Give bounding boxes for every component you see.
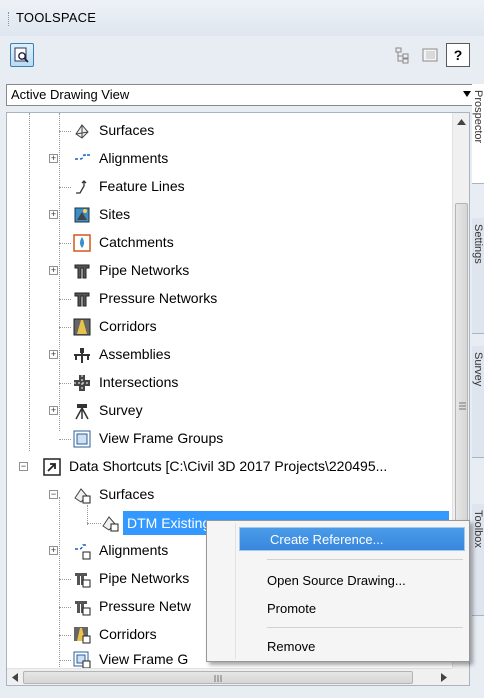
help-button[interactable]: ? [446, 43, 470, 67]
menu-item-open-source-drawing[interactable]: Open Source Drawing... [237, 569, 467, 593]
shortcut-icon [43, 458, 61, 476]
list-icon [422, 48, 438, 62]
tab-prospector[interactable]: Prospector [472, 84, 484, 184]
feature-line-icon [76, 180, 87, 194]
tree-item-surfaces[interactable]: Surfaces [7, 118, 447, 144]
view-select-value: Active Drawing View [11, 87, 130, 102]
panel-title: TOOLSPACE [16, 10, 97, 25]
collapse-icon[interactable]: − [49, 490, 58, 499]
tree-item-sites[interactable]: + Sites [7, 202, 447, 228]
corridor-shortcut-icon [74, 627, 91, 644]
alignment-shortcut-icon [75, 544, 91, 560]
scroll-left-icon[interactable] [12, 673, 18, 682]
pipe-network-shortcut-icon [75, 573, 91, 588]
expand-icon[interactable]: + [49, 266, 58, 275]
magnifier-page-icon [14, 47, 29, 63]
tree-item-data-shortcuts[interactable]: − Data Shortcuts [C:\Civil 3D 2017 Proje… [7, 454, 447, 480]
scroll-right-icon[interactable] [441, 673, 447, 682]
pressure-network-shortcut-icon [75, 601, 91, 616]
tree-item-intersections[interactable]: Intersections [7, 370, 447, 396]
tab-survey[interactable]: Survey [472, 346, 484, 458]
site-icon [74, 207, 90, 223]
grip-icon [459, 402, 466, 410]
tree-item-corridors[interactable]: Corridors [7, 314, 447, 340]
pipe-network-icon [74, 264, 90, 279]
view-select[interactable]: Active Drawing View [6, 84, 476, 106]
tree-item-alignments[interactable]: + Alignments [7, 146, 447, 172]
intersection-icon [74, 375, 90, 391]
toolbar: ? [0, 36, 484, 76]
scroll-up-icon[interactable] [457, 119, 466, 125]
tree-item-pipe-networks[interactable]: + Pipe Networks [7, 258, 447, 284]
toolspace-title-bar[interactable]: TOOLSPACE [0, 0, 484, 36]
chevron-down-icon [463, 91, 471, 97]
expand-icon[interactable]: + [49, 546, 58, 555]
tree-item-view-frame-groups[interactable]: View Frame Groups [7, 426, 447, 452]
horizontal-scrollbar[interactable] [7, 668, 453, 685]
tree-item-feature-lines[interactable]: Feature Lines [7, 174, 447, 200]
grip-icon [214, 675, 222, 682]
horizontal-scroll-thumb[interactable] [23, 671, 413, 684]
pressure-network-icon [74, 292, 90, 307]
expand-icon[interactable]: + [49, 406, 58, 415]
tab-toolbox[interactable]: Toolbox [472, 504, 484, 616]
grip-handle[interactable] [8, 12, 11, 26]
menu-separator [267, 627, 463, 628]
surface-reference-icon [102, 516, 119, 532]
hierarchy-icon [395, 47, 409, 64]
view-frame-shortcut-icon [73, 651, 91, 669]
side-tabs: Prospector Settings Survey Toolbox [472, 84, 484, 684]
expand-icon[interactable]: + [49, 154, 58, 163]
alignment-icon [75, 154, 90, 160]
dependency-view-button[interactable] [390, 43, 414, 67]
survey-tripod-icon [75, 404, 89, 420]
catchment-icon [73, 234, 91, 252]
list-view-button[interactable] [418, 43, 442, 67]
tree-item-pressure-networks[interactable]: Pressure Networks [7, 286, 447, 312]
tree-item-assemblies[interactable]: + Assemblies [7, 342, 447, 368]
menu-item-remove[interactable]: Remove [237, 635, 467, 659]
tree-item-shortcut-surfaces[interactable]: − Surfaces [7, 482, 447, 508]
menu-item-create-reference[interactable]: Create Reference... [239, 527, 465, 551]
scroll-corner [452, 668, 469, 685]
surface-icon [75, 124, 89, 139]
assembly-icon [74, 348, 90, 363]
corridor-icon [73, 318, 91, 336]
item-view-toggle-button[interactable] [10, 43, 34, 67]
tree-item-catchments[interactable]: Catchments [7, 230, 447, 256]
menu-separator [267, 559, 463, 560]
menu-item-promote[interactable]: Promote [237, 597, 467, 621]
context-menu: Create Reference... Open Source Drawing.… [206, 520, 470, 662]
surface-shortcut-icon [74, 488, 91, 504]
tab-settings[interactable]: Settings [472, 218, 484, 334]
view-frame-icon [73, 430, 91, 448]
tree-item-survey[interactable]: + Survey [7, 398, 447, 424]
expand-icon[interactable]: + [49, 210, 58, 219]
collapse-icon[interactable]: − [19, 462, 28, 471]
expand-icon[interactable]: + [49, 350, 58, 359]
